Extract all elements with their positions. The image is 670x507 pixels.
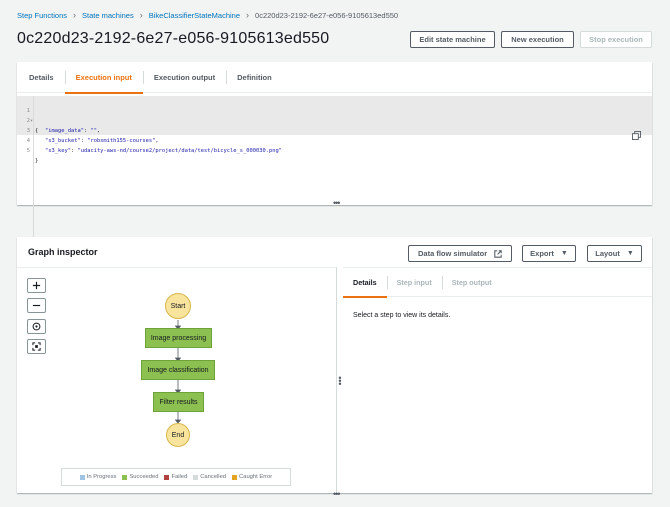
page-title: 0c220d23-2192-6e27-e056-9105613ed550 bbox=[17, 30, 330, 47]
chevron-right-icon: › bbox=[139, 10, 143, 20]
code-line: 1 ▾ { bbox=[17, 96, 617, 134]
graph-node-start[interactable]: Start bbox=[165, 293, 191, 319]
code-line: 3 "s3_bucket": "robsmith155-courses", bbox=[17, 116, 617, 144]
json-key: "s3_key" bbox=[45, 148, 71, 154]
line-number: 5 bbox=[26, 148, 30, 154]
graph-canvas[interactable]: Start Image processing Image classificat… bbox=[17, 267, 337, 493]
legend-item: Caught Error bbox=[232, 474, 272, 480]
legend-swatch bbox=[193, 474, 199, 480]
legend-label: In Progress bbox=[86, 474, 117, 480]
legend-item: Failed bbox=[164, 474, 187, 480]
graph-node-image-classification[interactable]: Image classification bbox=[141, 360, 215, 380]
graph-node-image-processing[interactable]: Image processing bbox=[145, 328, 212, 348]
graph-inspector-panel: Graph inspector Data flow simulator Expo… bbox=[17, 237, 652, 493]
breadcrumb-step-functions[interactable]: Step Functions bbox=[17, 11, 67, 20]
code-line: 4 "s3_key": "udacity-aws-nd/course2/proj… bbox=[17, 126, 617, 154]
tab-step-details[interactable]: Details bbox=[343, 268, 387, 298]
data-flow-simulator-button[interactable]: Data flow simulator bbox=[408, 245, 512, 262]
step-details-panel: Details Step input Step output Select a … bbox=[343, 267, 652, 493]
export-button[interactable]: Export ▼ bbox=[522, 245, 576, 262]
resize-handle[interactable]: ••• bbox=[333, 199, 341, 208]
chevron-right-icon: › bbox=[73, 10, 77, 20]
legend-swatch bbox=[79, 474, 85, 480]
caret-down-icon: ▼ bbox=[626, 250, 634, 257]
code-line: 5 } bbox=[17, 136, 617, 164]
json-value: "udacity-aws-nd/course2/project/data/tes… bbox=[77, 148, 282, 154]
tab-step-input[interactable]: Step input bbox=[386, 268, 442, 297]
legend-label: Failed bbox=[171, 474, 188, 480]
data-flow-simulator-label: Data flow simulator bbox=[418, 249, 488, 258]
copy-icon[interactable] bbox=[632, 131, 641, 140]
execution-panel: Details Execution input Execution output… bbox=[17, 62, 652, 254]
resize-handle[interactable]: ••• bbox=[333, 490, 341, 499]
tab-execution-output[interactable]: Execution output bbox=[142, 62, 226, 93]
legend-swatch bbox=[232, 474, 238, 480]
legend-item: In Progress bbox=[79, 474, 117, 480]
legend-swatch bbox=[122, 474, 128, 480]
export-label: Export bbox=[530, 249, 554, 258]
tab-details[interactable]: Details bbox=[18, 62, 65, 93]
legend-item: Cancelled bbox=[193, 474, 226, 480]
breadcrumb-state-machine[interactable]: BikeClassifierStateMachine bbox=[149, 11, 240, 20]
breadcrumb: Step Functions › State machines › BikeCl… bbox=[17, 10, 398, 20]
tab-definition[interactable]: Definition bbox=[226, 62, 283, 93]
new-execution-button[interactable]: New execution bbox=[501, 31, 574, 48]
breadcrumb-current: 0c220d23-2192-6e27-e056-9105613ed550 bbox=[255, 10, 399, 20]
legend-swatch bbox=[164, 474, 170, 480]
edit-state-machine-button[interactable]: Edit state machine bbox=[410, 31, 495, 48]
caret-down-icon: ▼ bbox=[560, 250, 568, 257]
step-details-tabs: Details Step input Step output bbox=[343, 268, 652, 298]
tab-execution-input[interactable]: Execution input bbox=[64, 62, 144, 94]
code-line: 2 "image_data": "", bbox=[17, 106, 617, 134]
stop-execution-button[interactable]: Stop execution bbox=[580, 31, 652, 48]
graph-inspector-title: Graph inspector bbox=[28, 247, 98, 257]
external-link-icon bbox=[494, 249, 502, 258]
legend-label: Succeeded bbox=[129, 474, 159, 480]
legend-label: Caught Error bbox=[239, 474, 273, 480]
code-text: } bbox=[35, 158, 39, 164]
details-empty-message: Select a step to view its details. bbox=[353, 312, 451, 319]
chevron-right-icon: › bbox=[246, 10, 250, 20]
layout-label: Layout bbox=[595, 249, 620, 258]
execution-tabs: Details Execution input Execution output… bbox=[17, 62, 652, 94]
tab-step-output[interactable]: Step output bbox=[441, 268, 502, 297]
graph-legend: In Progress Succeeded Failed Cancelled C… bbox=[61, 468, 291, 486]
layout-button[interactable]: Layout ▼ bbox=[587, 245, 642, 262]
graph-node-filter-results[interactable]: Filter results bbox=[153, 392, 204, 412]
json-editor[interactable]: 1 ▾ { 2 "image_data": "", 3 "s3_bucket":… bbox=[17, 96, 652, 254]
graph-node-end[interactable]: End bbox=[166, 423, 190, 447]
breadcrumb-state-machines[interactable]: State machines bbox=[82, 11, 134, 20]
legend-label: Cancelled bbox=[200, 474, 227, 480]
legend-item: Succeeded bbox=[122, 474, 158, 480]
